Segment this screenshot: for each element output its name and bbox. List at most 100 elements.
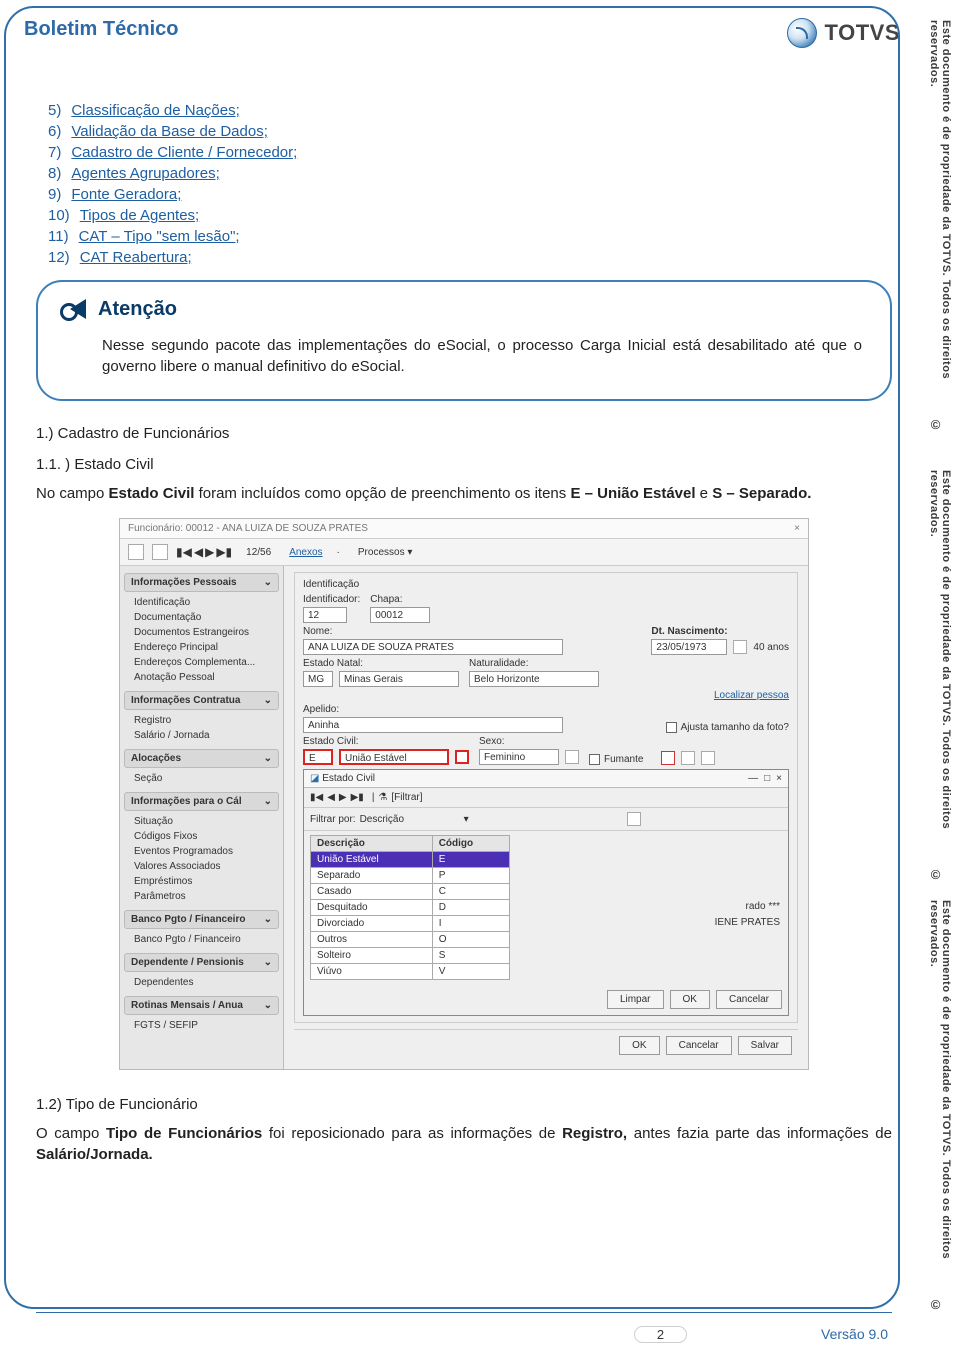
- estado-natal-field[interactable]: Minas Gerais: [339, 671, 459, 687]
- sidebar-item[interactable]: Situação: [134, 814, 277, 829]
- identificador-field[interactable]: 12: [303, 607, 347, 623]
- collapse-icon[interactable]: ⌄: [264, 914, 272, 925]
- sidebar-group-header[interactable]: Banco Pgto / Financeiro⌄: [124, 910, 279, 929]
- dlg-ok-button[interactable]: OK: [670, 990, 710, 1009]
- sidebar-item[interactable]: Dependentes: [134, 975, 277, 990]
- nav-last-icon[interactable]: ▶▮: [216, 545, 232, 559]
- dt-nascimento-field[interactable]: 23/05/1973: [651, 639, 727, 655]
- calendar-icon[interactable]: [733, 640, 747, 654]
- collapse-icon[interactable]: ⌄: [264, 1000, 272, 1011]
- estado-civil-lookup-icon[interactable]: [455, 750, 469, 764]
- doc-link[interactable]: Validação da Base de Dados;: [71, 123, 268, 140]
- table-row[interactable]: União EstávelE: [311, 852, 510, 868]
- sexo-lookup-icon[interactable]: [565, 750, 579, 764]
- sidebar-item[interactable]: Salário / Jornada: [134, 728, 277, 743]
- para-estado-civil: No campo Estado Civil foram incluídos co…: [36, 483, 892, 504]
- table-row[interactable]: DesquitadoD: [311, 900, 510, 916]
- estado-civil-field[interactable]: União Estável: [339, 749, 449, 765]
- link-list-item: 12)CAT Reabertura;: [48, 249, 892, 266]
- table-row[interactable]: SolteiroS: [311, 948, 510, 964]
- dlg-nav-next-icon[interactable]: ▶: [339, 792, 347, 803]
- sidebar-item[interactable]: Valores Associados: [134, 859, 277, 874]
- sidebar-item[interactable]: Anotação Pessoal: [134, 670, 277, 685]
- dlg-cancelar-button[interactable]: Cancelar: [716, 990, 782, 1009]
- toolbar-save-icon[interactable]: [152, 544, 168, 560]
- nav-next-icon[interactable]: ▶: [205, 545, 214, 559]
- sidebar-item[interactable]: Códigos Fixos: [134, 829, 277, 844]
- sidebar-item[interactable]: Identificação: [134, 595, 277, 610]
- delete-icon[interactable]: [661, 751, 675, 765]
- doc-link[interactable]: CAT – Tipo "sem lesão";: [79, 228, 240, 245]
- estado-civil-table[interactable]: DescriçãoCódigoUnião EstávelESeparadoPCa…: [310, 835, 510, 980]
- section-1: 1.) Cadastro de Funcionários: [36, 425, 892, 442]
- fumante-checkbox[interactable]: [589, 754, 600, 765]
- processos-menu[interactable]: Processos ▾: [358, 547, 413, 558]
- sidebar-group-header[interactable]: Dependente / Pensionis⌄: [124, 953, 279, 972]
- filter-by-select[interactable]: Descrição: [360, 814, 460, 825]
- dlg-filter-icon[interactable]: ⚗: [378, 792, 387, 803]
- doc-link[interactable]: CAT Reabertura;: [80, 249, 192, 266]
- doc-link[interactable]: Tipos de Agentes;: [80, 207, 200, 224]
- toolbar-new-icon[interactable]: [128, 544, 144, 560]
- dialog-close-icon[interactable]: ×: [776, 773, 782, 784]
- chapa-field[interactable]: 00012: [370, 607, 430, 623]
- localizar-pessoa-link[interactable]: Localizar pessoa: [303, 690, 789, 701]
- anexos-link[interactable]: Anexos: [289, 547, 322, 558]
- nav-prev-icon[interactable]: ◀: [194, 545, 203, 559]
- doc-link[interactable]: Fonte Geradora;: [71, 186, 181, 203]
- sidebar-group-header[interactable]: Informações para o Cál⌄: [124, 792, 279, 811]
- dlg-nav-first-icon[interactable]: ▮◀: [310, 792, 323, 803]
- dlg-nav-last-icon[interactable]: ▶▮: [351, 792, 364, 803]
- filter-go-icon[interactable]: [627, 812, 641, 826]
- link-list-item: 5)Classificação de Nações;: [48, 102, 892, 119]
- section-1-2: 1.2) Tipo de Funcionário: [36, 1096, 892, 1113]
- sidebar-item[interactable]: FGTS / SEFIP: [134, 1018, 277, 1033]
- doc-link[interactable]: Agentes Agrupadores;: [71, 165, 219, 182]
- dlg-nav-prev-icon[interactable]: ◀: [327, 792, 335, 803]
- sidebar-item[interactable]: Eventos Programados: [134, 844, 277, 859]
- collapse-icon[interactable]: ⌄: [264, 753, 272, 764]
- attach-icon[interactable]: [681, 751, 695, 765]
- table-row[interactable]: CasadoC: [311, 884, 510, 900]
- doc-link[interactable]: Classificação de Nações;: [71, 102, 239, 119]
- sidebar-group-header[interactable]: Rotinas Mensais / Anua⌄: [124, 996, 279, 1015]
- sexo-field[interactable]: Feminino: [479, 749, 559, 765]
- estado-civil-code[interactable]: E: [303, 749, 333, 765]
- form-salvar-button[interactable]: Salvar: [738, 1036, 792, 1055]
- nome-field[interactable]: ANA LUIZA DE SOUZA PRATES: [303, 639, 563, 655]
- sidebar-item[interactable]: Empréstimos: [134, 874, 277, 889]
- table-row[interactable]: DivorciadoI: [311, 916, 510, 932]
- dlg-filter-link[interactable]: [Filtrar]: [391, 792, 422, 803]
- table-row[interactable]: SeparadoP: [311, 868, 510, 884]
- sidebar-item[interactable]: Endereço Principal: [134, 640, 277, 655]
- form-ok-button[interactable]: OK: [619, 1036, 659, 1055]
- photo-icon[interactable]: [701, 751, 715, 765]
- sidebar-item[interactable]: Seção: [134, 771, 277, 786]
- apelido-field[interactable]: Aninha: [303, 717, 563, 733]
- collapse-icon[interactable]: ⌄: [264, 577, 272, 588]
- table-row[interactable]: ViúvoV: [311, 964, 510, 980]
- dlg-limpar-button[interactable]: Limpar: [607, 990, 664, 1009]
- sidebar-group-header[interactable]: Informações Contratua⌄: [124, 691, 279, 710]
- close-icon[interactable]: ×: [794, 523, 800, 534]
- sidebar-item[interactable]: Parâmetros: [134, 889, 277, 904]
- nav-first-icon[interactable]: ▮◀: [176, 545, 192, 559]
- dialog-min-icon[interactable]: —: [748, 773, 758, 784]
- sidebar-group-header[interactable]: Informações Pessoais⌄: [124, 573, 279, 592]
- form-cancelar-button[interactable]: Cancelar: [666, 1036, 732, 1055]
- sidebar-item[interactable]: Documentos Estrangeiros: [134, 625, 277, 640]
- collapse-icon[interactable]: ⌄: [264, 695, 272, 706]
- table-row[interactable]: OutrosO: [311, 932, 510, 948]
- estado-natal-code[interactable]: MG: [303, 671, 333, 687]
- ajusta-foto-checkbox[interactable]: [666, 722, 677, 733]
- sidebar-item[interactable]: Documentação: [134, 610, 277, 625]
- sidebar-item[interactable]: Registro: [134, 713, 277, 728]
- sidebar-item[interactable]: Banco Pgto / Financeiro: [134, 932, 277, 947]
- sidebar-item[interactable]: Endereços Complementa...: [134, 655, 277, 670]
- sidebar-group-header[interactable]: Alocações⌄: [124, 749, 279, 768]
- collapse-icon[interactable]: ⌄: [264, 796, 272, 807]
- doc-link[interactable]: Cadastro de Cliente / Fornecedor;: [71, 144, 297, 161]
- naturalidade-field[interactable]: Belo Horizonte: [469, 671, 599, 687]
- dialog-max-icon[interactable]: □: [764, 773, 770, 784]
- collapse-icon[interactable]: ⌄: [264, 957, 272, 968]
